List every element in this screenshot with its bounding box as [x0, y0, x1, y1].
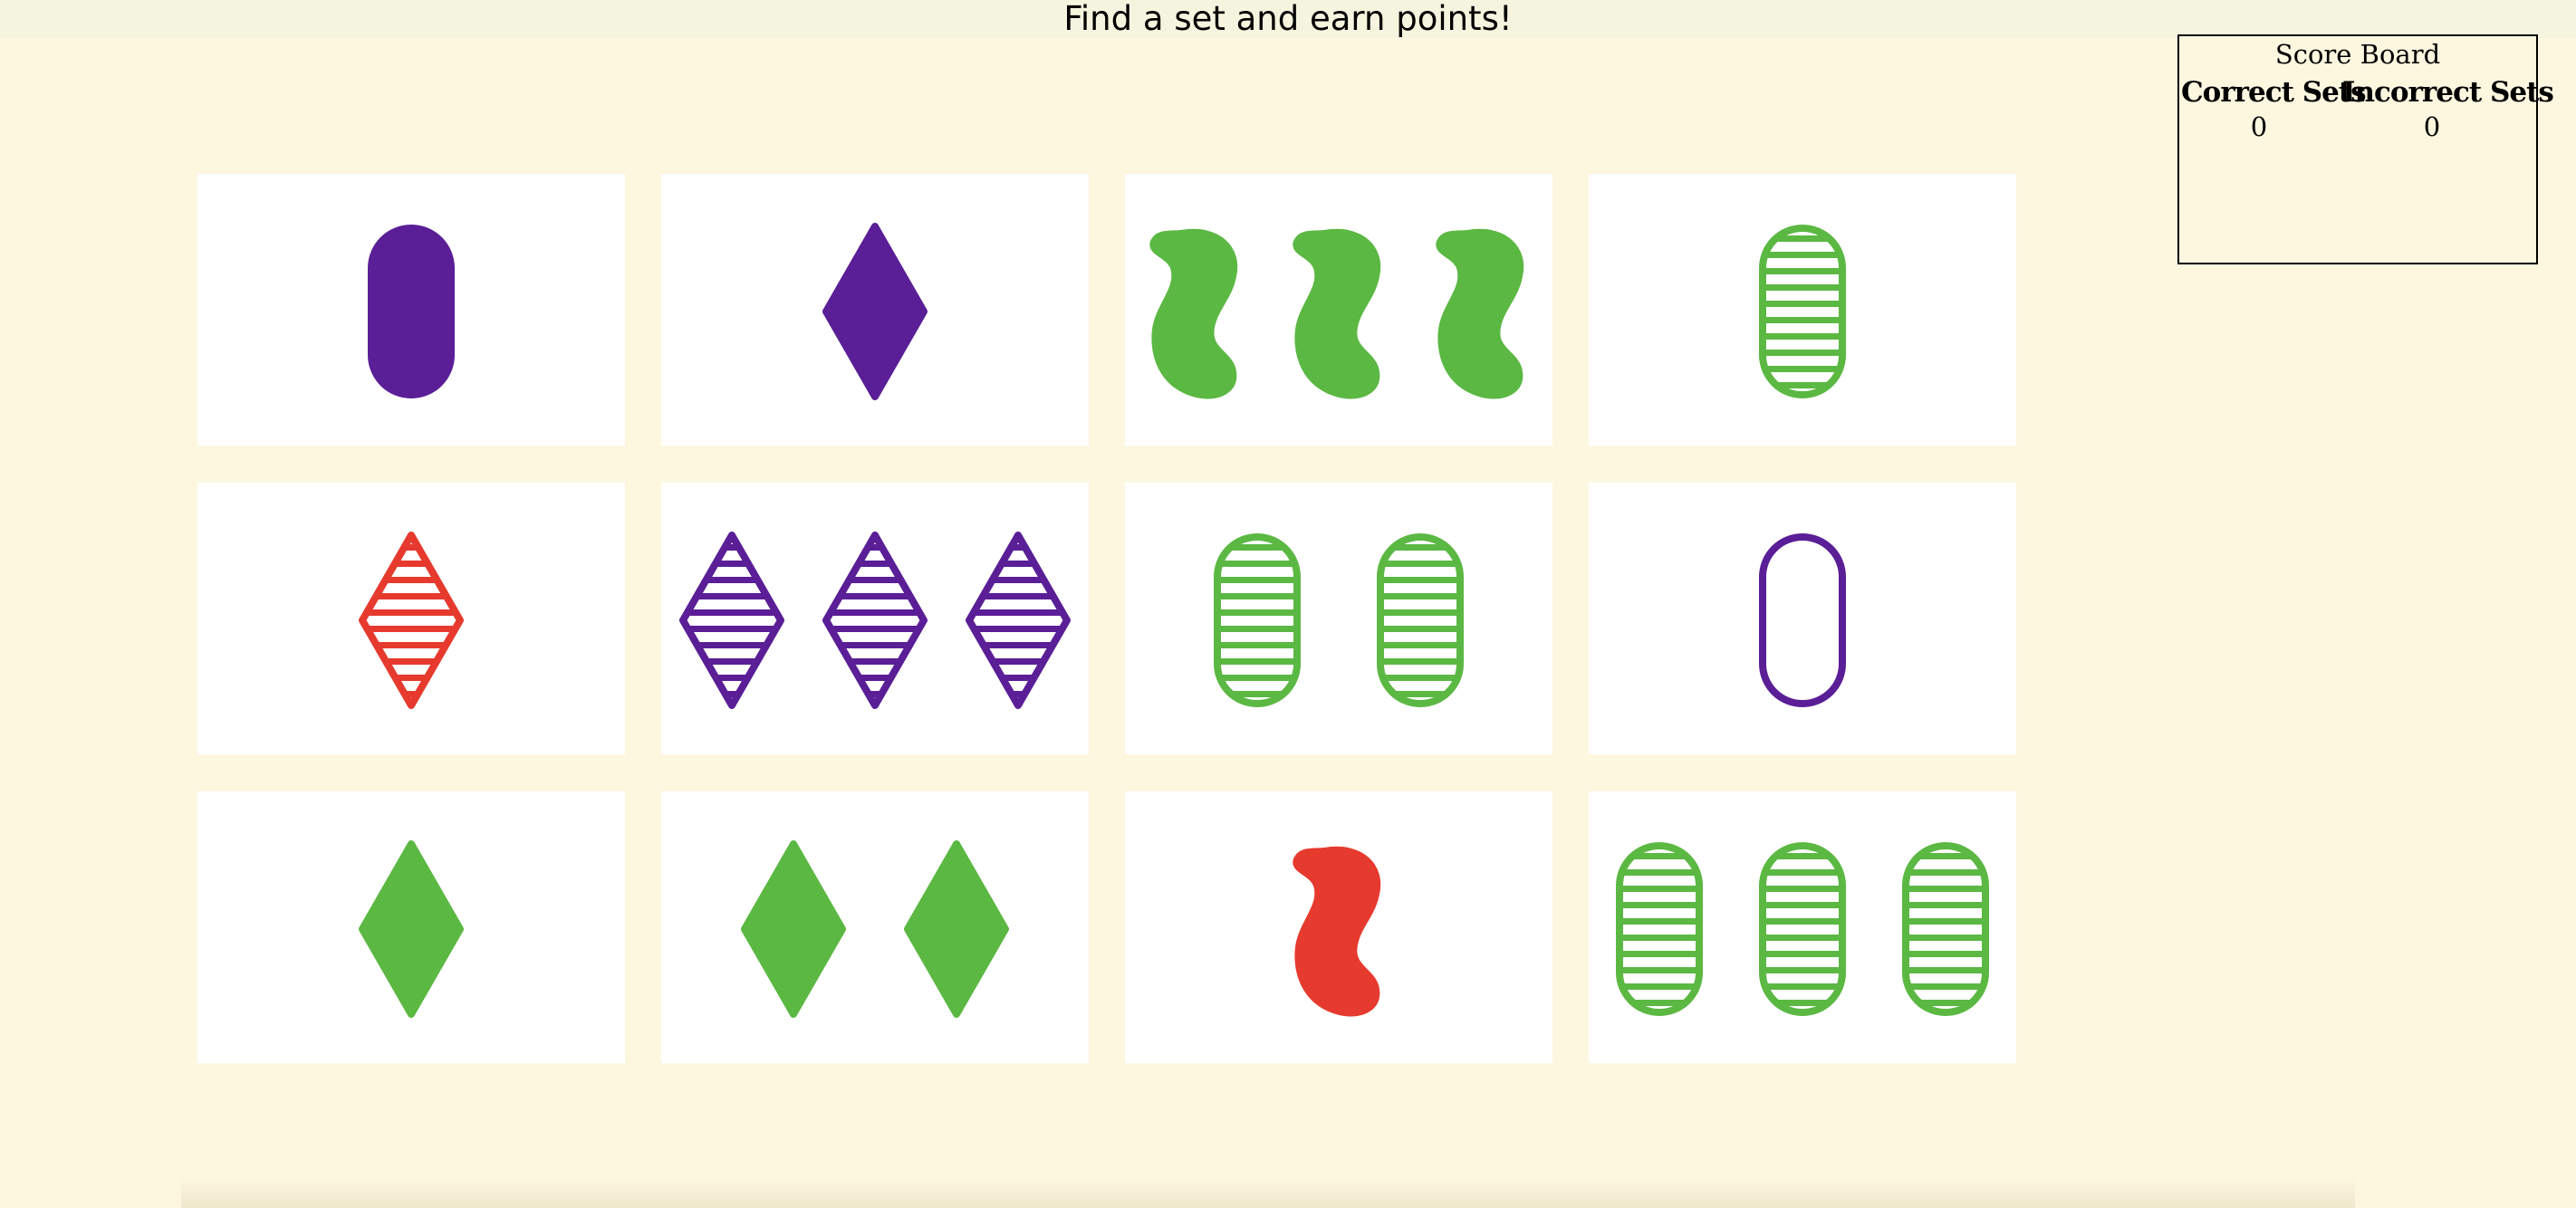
diamond-symbol: [679, 532, 784, 709]
diamond-symbol: [822, 532, 928, 709]
card-1-red-solid-squiggle[interactable]: [1125, 791, 1552, 1063]
card-2-green-striped-oval[interactable]: [1125, 483, 1552, 754]
oval-symbol: [1616, 842, 1703, 1016]
diamond-symbol: [359, 840, 464, 1018]
card-1-green-solid-diamond[interactable]: [197, 791, 625, 1063]
incorrect-sets-column: Incorrect Sets 0: [2342, 76, 2554, 145]
correct-sets-label: Correct Sets: [2181, 76, 2367, 109]
card-1-green-striped-oval[interactable]: [1589, 174, 2016, 446]
card-1-red-striped-diamond[interactable]: [197, 483, 625, 754]
score-board-title: Score Board: [2274, 39, 2441, 70]
diamond-symbol: [904, 840, 1009, 1018]
oval-symbol: [1759, 225, 1846, 398]
oval-symbol: [368, 225, 455, 398]
diamond-symbol: [966, 532, 1071, 709]
oval-symbol: [1377, 533, 1464, 707]
incorrect-sets-count: 0: [2423, 111, 2441, 142]
correct-sets-count: 0: [2250, 111, 2268, 142]
oval-symbol: [1902, 842, 1989, 1016]
card-1-purple-solid-oval[interactable]: [197, 174, 625, 446]
oval-symbol: [1759, 533, 1846, 707]
correct-sets-column: Correct Sets 0: [2181, 76, 2367, 145]
card-3-green-striped-oval[interactable]: [1589, 791, 2016, 1063]
squiggle-symbol: [1293, 228, 1381, 399]
card-3-green-solid-squiggle[interactable]: [1125, 174, 1552, 446]
card-1-purple-solid-diamond[interactable]: [661, 174, 1089, 446]
diamond-symbol: [359, 532, 464, 709]
squiggle-symbol: [1149, 228, 1238, 399]
diamond-symbol: [822, 223, 928, 400]
card-2-green-solid-diamond[interactable]: [661, 791, 1089, 1063]
card-1-purple-outline-oval[interactable]: [1589, 483, 2016, 754]
squiggle-symbol: [1436, 228, 1524, 399]
score-board: Score Board Correct Sets 0 Incorrect Set…: [2177, 34, 2554, 264]
incorrect-sets-label: Incorrect Sets: [2342, 76, 2554, 109]
squiggle-symbol: [1293, 846, 1381, 1017]
oval-symbol: [1759, 842, 1846, 1016]
card-3-purple-striped-diamond[interactable]: [661, 483, 1089, 754]
bottom-shadow: [181, 1177, 2355, 1208]
diamond-symbol: [741, 840, 846, 1018]
oval-symbol: [1214, 533, 1301, 707]
